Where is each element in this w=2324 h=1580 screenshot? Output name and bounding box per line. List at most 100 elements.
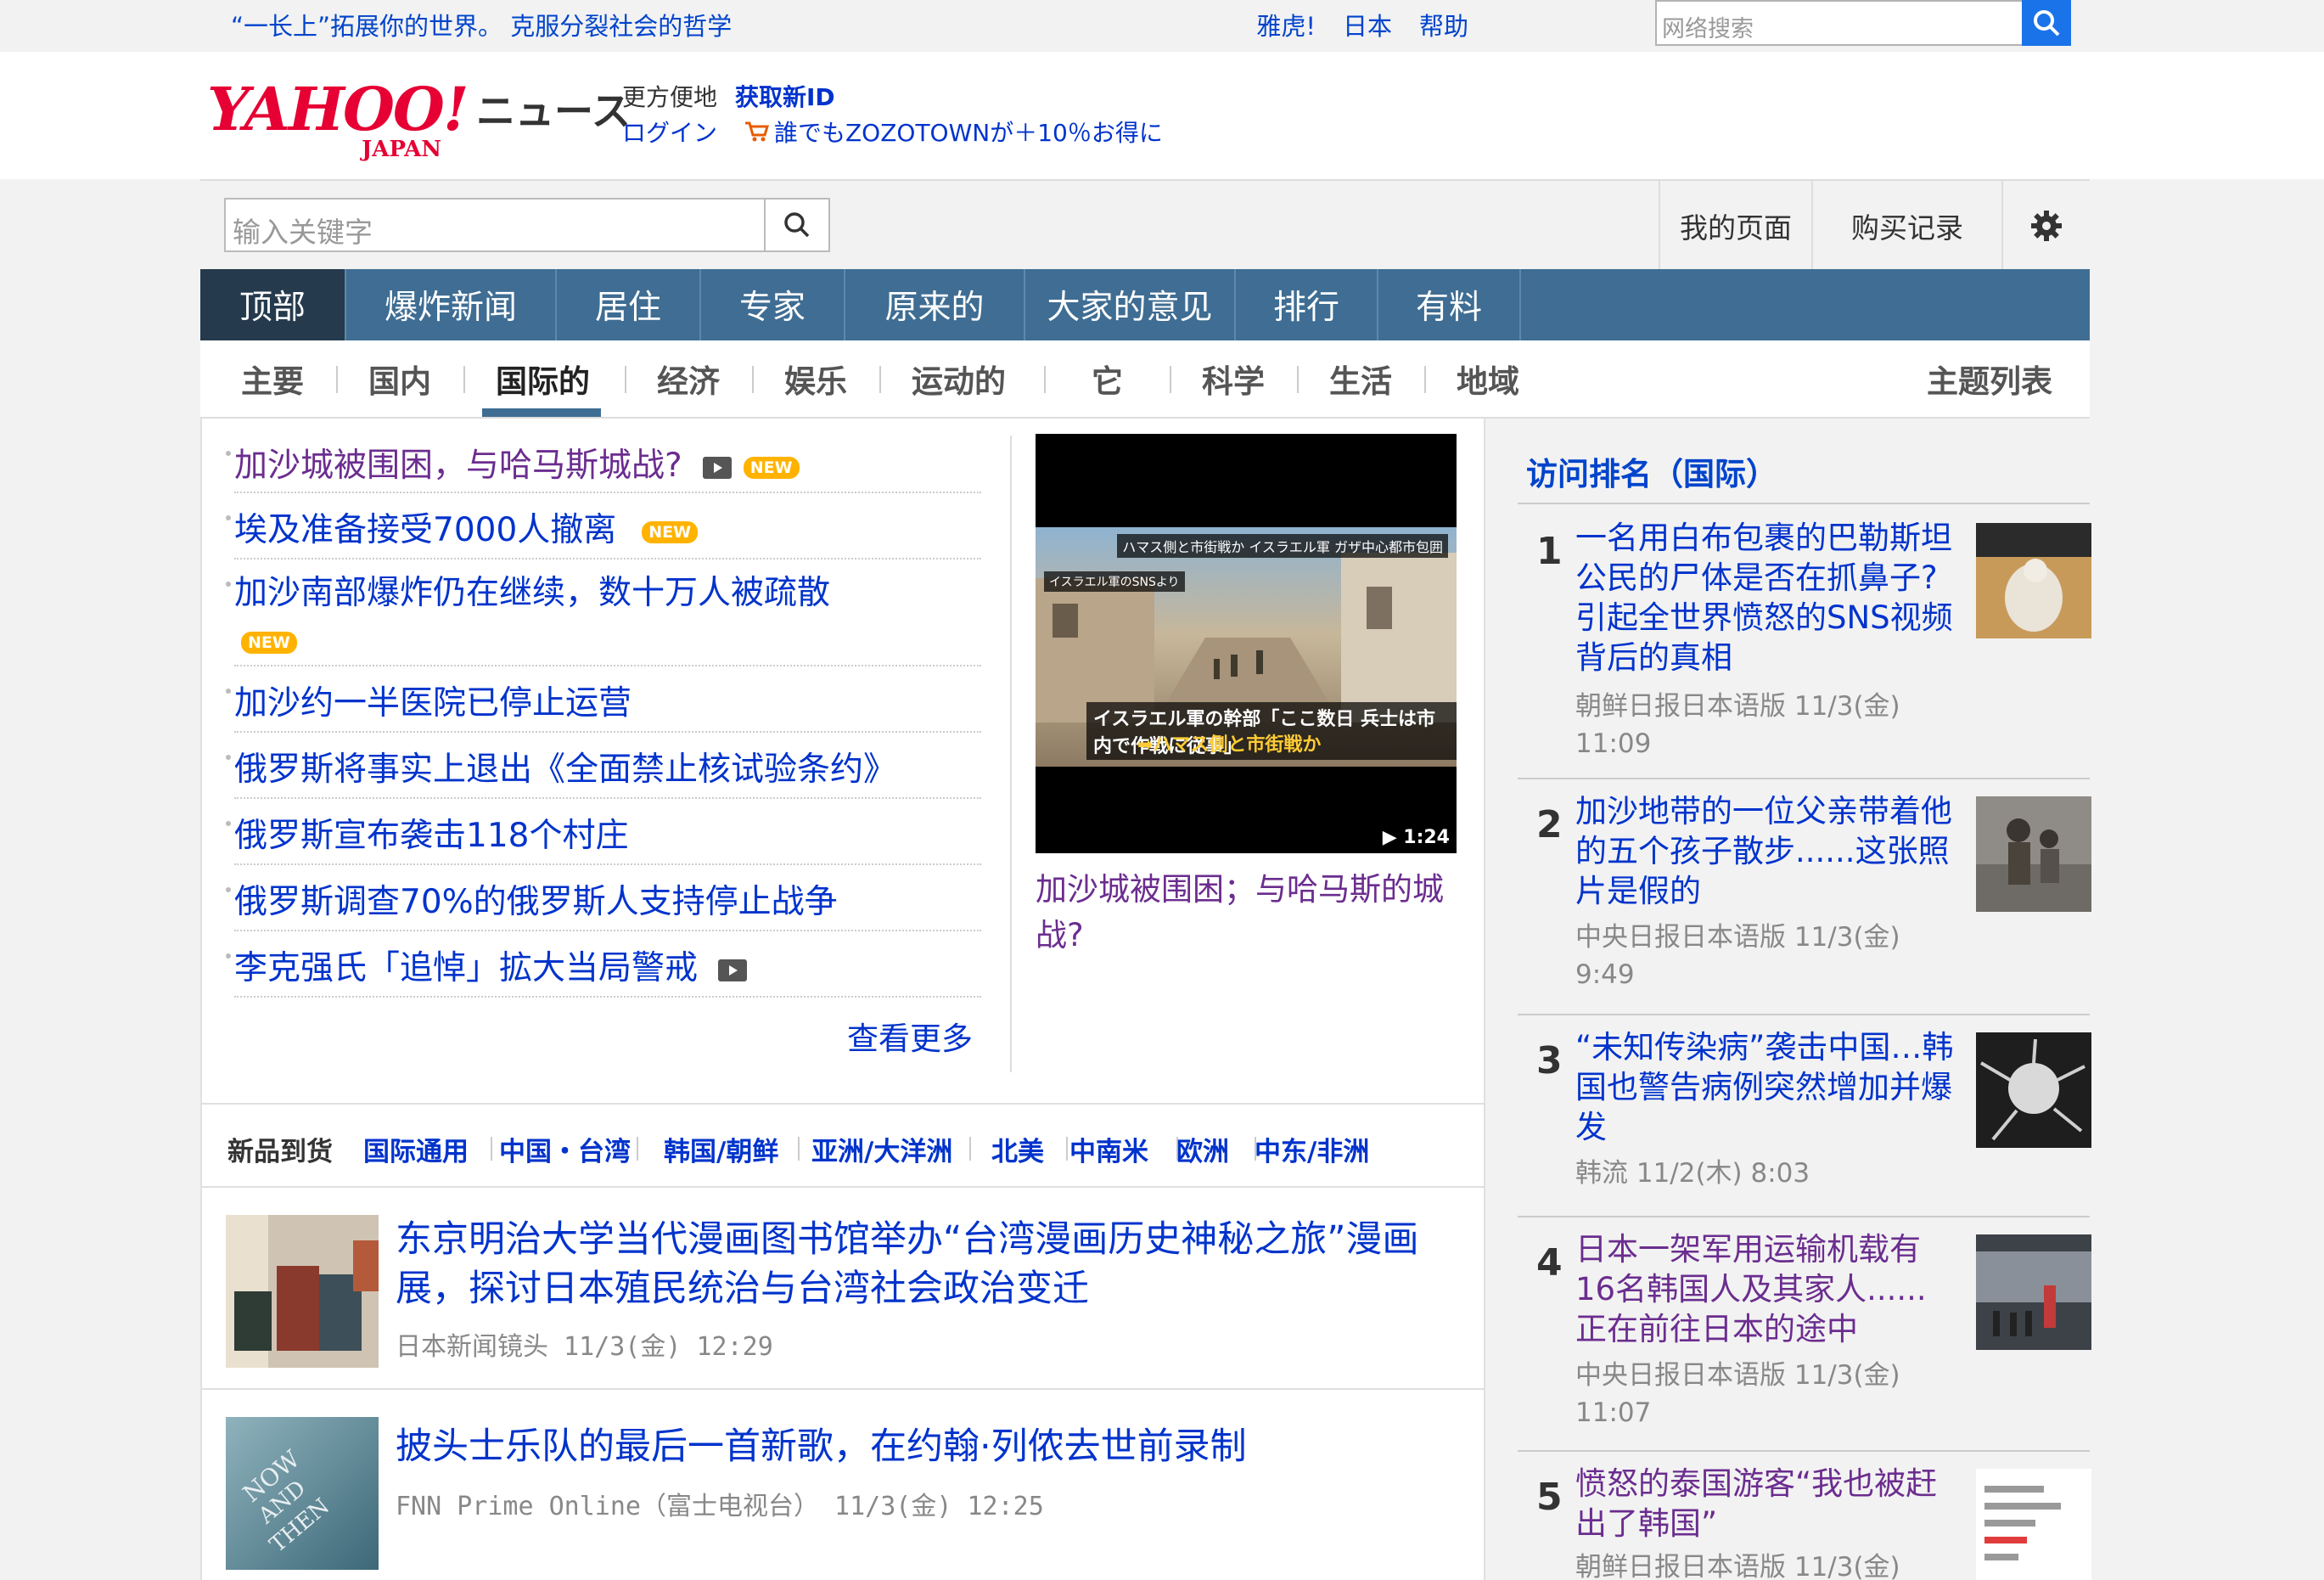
topic-list-link[interactable]: 主题列表 bbox=[1927, 356, 2052, 402]
headline-text: 加沙南部爆炸仍在继续，数十万人被疏散 bbox=[234, 574, 831, 612]
cat-sports[interactable]: 运动的 bbox=[912, 356, 1006, 402]
rank-source: 中央日报日本语版 11/3(金) 9:49 bbox=[1575, 922, 1900, 990]
ranking-item[interactable]: 2 加沙地带的一位父亲带着他的五个孩子散步......这张照片是假的 中央日报日… bbox=[1518, 779, 2091, 1015]
search-icon bbox=[2034, 10, 2060, 37]
article-item[interactable]: 东京明治大学当代漫画图书馆举办“台湾漫画历史神秘之旅”漫画展，探讨日本殖民统治与… bbox=[202, 1189, 1484, 1390]
help-link[interactable]: 帮助 bbox=[1419, 7, 1468, 42]
see-more-link[interactable]: 查看更多 bbox=[847, 1013, 973, 1059]
bullet bbox=[226, 821, 231, 826]
convenient-text: 更方便地 bbox=[622, 83, 718, 111]
slogan-link[interactable]: “一长上”拓展你的世界。 克服分裂社会的哲学 bbox=[231, 7, 732, 42]
cat-domestic[interactable]: 国内 bbox=[368, 356, 431, 402]
cat-life[interactable]: 生活 bbox=[1329, 356, 1392, 402]
headline-text: 李克强氏「追悼」拡大当局警戒 bbox=[234, 949, 699, 987]
nav-experts[interactable]: 专家 bbox=[701, 269, 845, 340]
region-china-taiwan[interactable]: 中国・台湾 bbox=[499, 1130, 631, 1168]
headline-text: 加沙城被围困，与哈马斯城战? bbox=[234, 447, 682, 485]
category-nav: 主要 国内 国际的 经济 娱乐 运动的 它 科学 生活 地域 主题列表 bbox=[200, 340, 2090, 419]
new-arrivals-label: 新品到货 bbox=[227, 1137, 333, 1167]
cat-other[interactable]: 它 bbox=[1092, 356, 1123, 402]
video-thumbnail: ハマス側と市街戦か イスラエル軍 ガザ中心都市包囲 イスラエル軍のSNSより イ… bbox=[1036, 527, 1457, 767]
yahoo-link[interactable]: 雅虎! bbox=[1256, 7, 1316, 42]
web-search-input[interactable]: 网络搜索 bbox=[1655, 0, 2024, 46]
headline-item[interactable]: 加沙约一半医院已停止运营 bbox=[226, 668, 981, 733]
article-item[interactable]: NOW AND THEN 披头士乐队的最后一首新歌，在约翰·列侬去世前录制 FN… bbox=[202, 1392, 1484, 1580]
cat-entertainment[interactable]: 娱乐 bbox=[784, 356, 847, 402]
region-europe[interactable]: 欧洲 bbox=[1176, 1130, 1229, 1168]
rank-number: 5 bbox=[1536, 1476, 1563, 1519]
japan-logo-text: JAPAN bbox=[362, 137, 442, 162]
article-title: 东京明治大学当代漫画图书馆举办“台湾漫画历史神秘之旅”漫画展，探讨日本殖民统治与… bbox=[396, 1218, 1419, 1310]
nav-living[interactable]: 居住 bbox=[557, 269, 701, 340]
headline-item[interactable]: 俄罗斯宣布袭击118个村庄 bbox=[226, 801, 981, 865]
cat-region[interactable]: 地域 bbox=[1457, 356, 1519, 402]
divider bbox=[1424, 366, 1426, 393]
region-north-america[interactable]: 北美 bbox=[991, 1130, 1044, 1168]
region-latin-america[interactable]: 中南米 bbox=[1069, 1130, 1148, 1168]
get-new-id-link[interactable]: 获取新ID bbox=[735, 79, 835, 113]
region-korea[interactable]: 韩国/朝鲜 bbox=[664, 1130, 778, 1168]
rank-title: “未知传染病”袭击中国…韩国也警告病例突然增加并爆发 bbox=[1575, 1029, 1954, 1145]
purchase-history-button[interactable]: 购买记录 bbox=[1811, 181, 2001, 271]
settings-button[interactable] bbox=[2001, 181, 2090, 271]
search-row: 输入关键字 我的页面 购买记录 bbox=[200, 179, 2090, 271]
cat-main[interactable]: 主要 bbox=[241, 356, 304, 402]
divider bbox=[625, 366, 626, 393]
web-search-button[interactable] bbox=[2022, 0, 2071, 46]
cat-economy[interactable]: 经济 bbox=[657, 356, 720, 402]
yahoo-logo[interactable]: YAHOO! bbox=[207, 74, 469, 144]
divider bbox=[637, 1137, 638, 1161]
divider bbox=[336, 366, 338, 393]
headline-item[interactable]: 俄罗斯调查70%的俄罗斯人支持停止战争 bbox=[226, 867, 981, 931]
bullet bbox=[226, 451, 231, 456]
headline-item[interactable]: 埃及准备接受7000人撤离 NEW bbox=[226, 495, 981, 559]
region-middle-east-africa[interactable]: 中东/非洲 bbox=[1255, 1130, 1369, 1168]
rank-thumbnail bbox=[1976, 1032, 2091, 1148]
article-meta: FNN Prime Online（富士电视台） 11/3(金) 12:25 bbox=[396, 1492, 1044, 1521]
header: YAHOO! JAPAN ニュース 更方便地 获取新ID ログイン 誰でもZOZ… bbox=[200, 52, 2090, 179]
region-international[interactable]: 国际通用 bbox=[363, 1130, 469, 1168]
bullet bbox=[226, 515, 231, 520]
ranking-item[interactable]: 5 愤怒的泰国游客“我也被赶出了韩国” 朝鲜日报日本语版 11/3(金) bbox=[1518, 1452, 2091, 1580]
keyword-search-input[interactable]: 输入关键字 bbox=[224, 198, 766, 252]
ranking-item[interactable]: 1 一名用白布包裹的巴勒斯坦公民的尸体是否在抓鼻子?引起全世界愤怒的SNS视频背… bbox=[1518, 506, 2091, 779]
video-caption-sub: ➡ハマス側と市街戦か bbox=[1137, 734, 1322, 756]
video-icon bbox=[702, 456, 732, 479]
rank-source: 朝鲜日报日本语版 11/3(金) 11:09 bbox=[1575, 691, 1900, 759]
my-page-button[interactable]: 我的页面 bbox=[1659, 181, 1811, 271]
ranking-item[interactable]: 4 日本一架军用运输机载有16名韩国人及其家人......正在前往日本的途中 中… bbox=[1518, 1217, 2091, 1452]
japan-link[interactable]: 日本 bbox=[1343, 7, 1392, 42]
cat-science[interactable]: 科学 bbox=[1202, 356, 1265, 402]
nav-opinions[interactable]: 大家的意见 bbox=[1025, 269, 1236, 340]
article-meta: 日本新闻镜头 11/3(金) 12:29 bbox=[396, 1332, 773, 1362]
cat-international[interactable]: 国际的 bbox=[496, 356, 590, 402]
nav-ranking[interactable]: 排行 bbox=[1236, 269, 1378, 340]
news-logo-text[interactable]: ニュース bbox=[476, 81, 631, 137]
divider bbox=[1066, 1137, 1068, 1161]
nav-original[interactable]: 原来的 bbox=[845, 269, 1025, 340]
gear-icon bbox=[2031, 211, 2062, 241]
keyword-search-button[interactable] bbox=[764, 198, 830, 252]
headline-item[interactable]: 俄罗斯将事实上退出《全面禁止核试验条约》 bbox=[226, 734, 981, 799]
cart-icon bbox=[745, 121, 769, 142]
headline-item[interactable]: 加沙南部爆炸仍在继续，数十万人被疏散 NEW bbox=[226, 561, 981, 666]
ranking-item[interactable]: 3 “未知传染病”袭击中国…韩国也警告病例突然增加并爆发 韩流 11/2(木) … bbox=[1518, 1015, 2091, 1217]
new-badge: NEW bbox=[743, 456, 800, 479]
headline-text: 俄罗斯宣布袭击118个村庄 bbox=[234, 817, 629, 855]
zozo-promo-link[interactable]: 誰でもZOZOTOWNが＋10％お得に bbox=[744, 115, 1163, 149]
login-link[interactable]: ログイン bbox=[622, 115, 717, 149]
nav-top[interactable]: 顶部 bbox=[200, 269, 346, 340]
rank-thumbnail bbox=[1976, 796, 2091, 912]
main-content: 加沙城被围困，与哈马斯城战? NEW 埃及准备接受7000人撤离 NEW 加沙南部爆… bbox=[200, 419, 1485, 1580]
headline-item[interactable]: 李克强氏「追悼」拡大当局警戒 bbox=[226, 933, 981, 998]
video-caption-tag: ハマス側と市街戦か イスラエル軍 ガザ中心都市包囲 bbox=[1117, 534, 1448, 558]
zozo-promo-text: 誰でもZOZOTOWNが＋10％お得に bbox=[774, 119, 1163, 147]
headline-item[interactable]: 加沙城被围困，与哈马斯城战? NEW bbox=[226, 430, 981, 493]
video-title-link[interactable]: 加沙城被围困；与哈马斯的城战? bbox=[1036, 867, 1457, 959]
rank-source: 韩流 11/2(木) 8:03 bbox=[1575, 1158, 1810, 1189]
video-player[interactable]: ハマス側と市街戦か イスラエル軍 ガザ中心都市包囲 イスラエル軍のSNSより イ… bbox=[1036, 434, 1457, 853]
nav-paid[interactable]: 有料 bbox=[1378, 269, 1521, 340]
rank-source: 中央日报日本语版 11/3(金) 11:07 bbox=[1575, 1360, 1900, 1428]
region-asia-oceania[interactable]: 亚洲/大洋洲 bbox=[811, 1130, 952, 1168]
nav-breaking-news[interactable]: 爆炸新闻 bbox=[346, 269, 557, 340]
